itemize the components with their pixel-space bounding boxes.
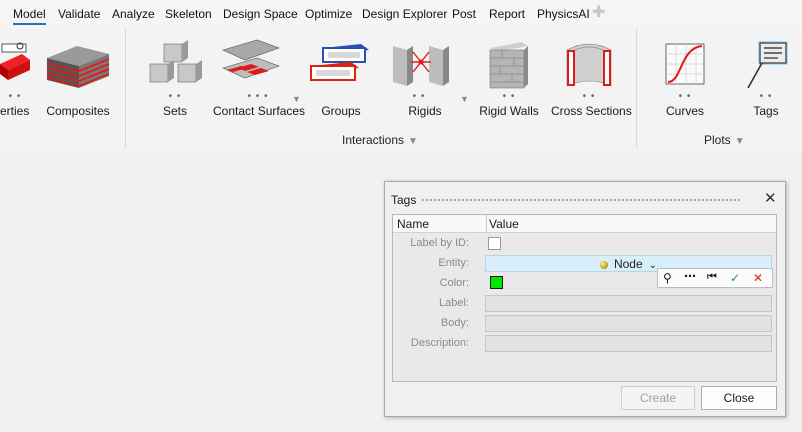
chevron-down-icon[interactable]: ▼ — [460, 94, 469, 104]
sets-icon — [149, 40, 202, 83]
sets-label: Sets — [162, 104, 187, 118]
cross-sections-tool[interactable]: • • Cross Sections — [551, 28, 632, 128]
tab-design-space[interactable]: Design Space — [223, 7, 298, 21]
cancel-icon[interactable]: ✕ — [753, 271, 763, 285]
tab-validate[interactable]: Validate — [58, 7, 100, 21]
groups-icon — [310, 44, 369, 81]
composites-icon — [46, 46, 110, 88]
chevron-down-icon: ▼ — [408, 136, 418, 147]
ribbon-divider — [125, 28, 126, 148]
cross-sections-label: Cross Sections — [551, 104, 632, 118]
sets-tool[interactable]: • • Sets — [146, 28, 204, 128]
ribbon-divider — [636, 28, 637, 148]
contact-surfaces-label: Contact Surfaces — [213, 104, 306, 118]
more-options-icon[interactable]: ⋯ — [684, 269, 696, 283]
label-label: Label: — [439, 297, 469, 309]
groups-label: Groups — [321, 104, 361, 118]
tool-dots: • • — [678, 91, 692, 102]
plus-icon[interactable]: ✚ — [592, 5, 606, 21]
curves-icon — [665, 43, 705, 85]
cross-sections-icon — [566, 43, 612, 87]
composites-label: Composites — [46, 104, 110, 118]
color-swatch[interactable] — [490, 276, 503, 289]
check-icon[interactable]: ✓ — [730, 271, 740, 285]
drag-handle[interactable] — [421, 198, 741, 202]
entity-value: Node — [613, 257, 643, 271]
interactions-label: Interactions — [342, 133, 405, 147]
chevron-down-icon: ⌄ — [648, 260, 658, 271]
plots-group-label[interactable]: Plots ▼ — [704, 133, 745, 147]
search-icon[interactable]: ⚲ — [663, 271, 672, 285]
rigids-tool[interactable]: • • ▼ Rigids — [389, 28, 469, 128]
reset-icon[interactable]: ⏮ — [707, 271, 717, 284]
tags-dialog: Tags ✕ Name Value Label by ID: Entity: N… — [384, 181, 786, 417]
properties-icon — [0, 42, 30, 80]
tab-skeleton[interactable]: Skeleton — [165, 7, 212, 21]
curves-label: Curves — [665, 104, 704, 118]
tab-design-explorer[interactable]: Design Explorer — [362, 7, 447, 21]
tool-dots: • • • — [247, 91, 269, 102]
rigid-walls-label: Rigid Walls — [479, 104, 539, 118]
plots-label: Plots — [704, 133, 731, 147]
tool-dots: • • — [412, 91, 426, 102]
body-label: Body: — [440, 317, 469, 329]
rigids-icon — [393, 46, 449, 86]
tool-dots: • • — [168, 91, 182, 102]
rigid-walls-icon — [489, 42, 528, 89]
entity-label: Entity: — [438, 257, 469, 269]
color-label: Color: — [439, 277, 469, 289]
properties-grid: Name Value Label by ID: Entity: Node ⌄ Co… — [392, 214, 777, 382]
tags-icon — [747, 41, 788, 89]
column-divider[interactable] — [486, 215, 487, 233]
description-label: Description: — [410, 337, 469, 349]
entity-picker-toolbar: ⚲ ⋯ ⏮ ✓ ✕ — [657, 268, 773, 288]
tab-post[interactable]: Post — [452, 7, 476, 21]
tags-label: Tags — [753, 104, 779, 118]
tab-report[interactable]: Report — [489, 7, 525, 21]
composites-tool[interactable]: Composites — [43, 28, 113, 128]
tool-dots: • • — [502, 91, 516, 102]
create-button[interactable]: Create — [621, 386, 695, 410]
groups-tool[interactable]: Groups — [309, 28, 373, 128]
close-icon[interactable]: ✕ — [764, 189, 777, 207]
label-input[interactable] — [485, 295, 772, 312]
close-button[interactable]: Close — [701, 386, 777, 410]
tool-dots: • • — [759, 91, 773, 102]
node-icon — [599, 261, 608, 269]
tool-dots: • • — [8, 91, 22, 102]
tab-optimize[interactable]: Optimize — [305, 7, 352, 21]
chevron-down-icon: ▼ — [734, 136, 745, 147]
tags-tool[interactable]: • • Tags — [740, 28, 792, 128]
contact-surfaces-icon — [222, 39, 280, 79]
curves-tool[interactable]: • • Curves — [656, 28, 714, 128]
tab-analyze[interactable]: Analyze — [112, 7, 155, 21]
tab-model[interactable]: Model — [13, 7, 46, 25]
rigid-walls-tool[interactable]: • • Rigid Walls — [478, 28, 540, 128]
description-input[interactable] — [485, 335, 772, 352]
tab-physicsai[interactable]: PhysicsAI — [537, 7, 590, 21]
chevron-down-icon[interactable]: ▼ — [292, 94, 301, 104]
column-value: Value — [489, 217, 519, 231]
properties-tool[interactable]: • • erties — [0, 28, 30, 128]
rigids-label: Rigids — [408, 104, 442, 118]
interactions-group-label[interactable]: Interactions ▼ — [342, 133, 418, 147]
grid-header: Name Value — [393, 215, 776, 233]
label-by-id-label: Label by ID: — [410, 237, 469, 249]
tool-dots: • • — [582, 91, 596, 102]
column-name: Name — [397, 217, 430, 231]
ribbon: • • erties Composites • • Sets • • • ▼ C… — [0, 28, 802, 152]
dialog-title: Tags — [391, 193, 417, 207]
contact-surfaces-tool[interactable]: • • • ▼ Contact Surfaces — [213, 28, 306, 128]
body-input[interactable] — [485, 315, 772, 332]
properties-label: erties — [0, 104, 30, 118]
label-by-id-checkbox[interactable] — [488, 237, 501, 250]
menu-bar: Model Validate Analyze Skeleton Design S… — [0, 0, 802, 28]
